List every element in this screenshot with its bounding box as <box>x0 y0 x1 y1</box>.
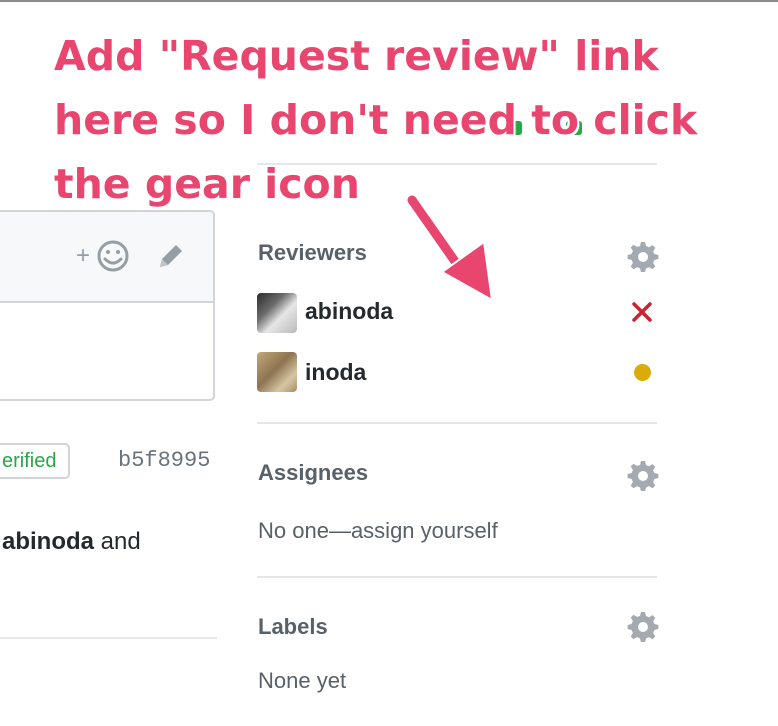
x-icon <box>632 302 652 322</box>
gear-icon <box>627 612 659 642</box>
reviewer-name-abinoda[interactable]: abinoda <box>305 298 393 325</box>
add-reaction-button[interactable]: + <box>76 239 132 273</box>
labels-gear-icon[interactable] <box>627 610 659 642</box>
timeline-event: abinoda and <box>2 528 141 556</box>
labels-title: Labels <box>258 614 328 639</box>
reviewer-name-inoda[interactable]: inoda <box>305 359 366 386</box>
assign-yourself-link[interactable]: No one—assign yourself <box>258 518 498 543</box>
smiley-icon <box>97 240 129 272</box>
gear-icon <box>627 461 659 491</box>
reviewers-gear-icon[interactable] <box>627 240 659 272</box>
sidebar-divider-reviewers <box>257 422 657 424</box>
annotation-arrow-icon <box>405 193 494 302</box>
assignees-title: Assignees <box>258 460 369 485</box>
annotation-line-2: here so I don't need to click <box>54 96 698 144</box>
plus-icon: + <box>76 242 90 269</box>
annotation-text: Add "Request review" link here so I don'… <box>54 24 754 216</box>
pencil-icon[interactable] <box>154 239 188 273</box>
commit-sha-link[interactable]: b5f8995 <box>118 448 210 473</box>
reviewers-title: Reviewers <box>258 240 367 265</box>
verified-badge[interactable]: erified <box>0 443 70 479</box>
sidebar-divider-assignees <box>257 576 657 578</box>
labels-empty-text: None yet <box>258 668 347 693</box>
assignees-empty-text: No one—assign yourself <box>258 518 498 544</box>
pending-dot-icon <box>634 364 651 381</box>
event-actor-link[interactable]: abinoda <box>2 528 94 555</box>
event-trailing-text: and <box>94 528 141 555</box>
avatar-inoda[interactable] <box>257 352 297 392</box>
annotation-line-1: Add "Request review" link <box>54 32 659 80</box>
assignees-gear-icon[interactable] <box>627 459 659 491</box>
gear-icon <box>627 242 659 272</box>
timeline-divider <box>0 637 217 639</box>
window-top-border <box>0 0 778 2</box>
avatar-abinoda[interactable] <box>257 293 297 333</box>
